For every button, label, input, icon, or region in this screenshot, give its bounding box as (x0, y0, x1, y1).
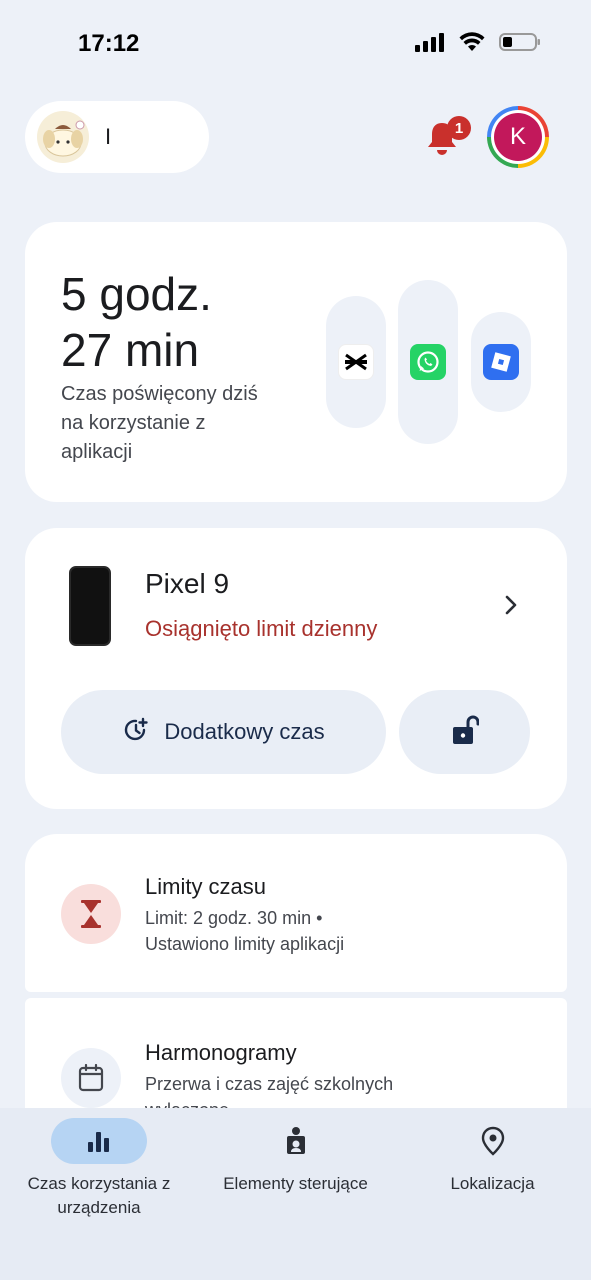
bell-icon (426, 123, 458, 160)
account-avatar-button[interactable]: K (487, 106, 549, 168)
phone-image (69, 566, 111, 646)
battery-icon (499, 32, 541, 57)
location-pin-icon (445, 1118, 541, 1164)
time-limits-title: Limity czasu (145, 874, 267, 899)
usage-hours: 5 godz. (61, 268, 212, 320)
chevron-right-icon[interactable] (503, 594, 519, 621)
nav-label-location: Lokalizacja (450, 1174, 535, 1193)
whatsapp-icon (410, 344, 446, 380)
cellular-signal-icon (415, 32, 445, 57)
schedules-title: Harmonogramy (145, 1040, 297, 1065)
time-limits-subtitle-line2: Ustawiono limity aplikacji (145, 934, 345, 954)
wifi-icon (459, 32, 485, 57)
usage-minutes: 27 min (61, 324, 200, 376)
usage-total: 5 godz. 27 min (61, 266, 212, 378)
extra-time-button[interactable]: Dodatkowy czas (61, 690, 386, 774)
nav-item-screen-time[interactable]: Czas korzystania z urządzenia (10, 1118, 188, 1220)
time-limits-item[interactable]: Limity czasu Limit: 2 godz. 30 min • Ust… (25, 834, 567, 992)
nav-label-screen-time: Czas korzystania z urządzenia (27, 1174, 171, 1217)
parental-controls-icon (248, 1118, 344, 1164)
hourglass-icon (61, 884, 121, 944)
app-usage-bar-roblox (471, 312, 531, 412)
add-time-icon (122, 716, 150, 749)
schedules-subtitle-line1: Przerwa i czas zajęć szkolnych (145, 1074, 394, 1094)
nav-label-controls: Elementy sterujące (223, 1174, 368, 1193)
time-limits-subtitle: Limit: 2 godz. 30 min • Ustawiono limity… (145, 905, 545, 957)
child-name: I (105, 124, 114, 149)
time-limits-subtitle-line1: Limit: 2 godz. 30 min • (145, 908, 323, 928)
account-initial: K (494, 113, 542, 161)
app-usage-bar-whatsapp (398, 280, 458, 444)
status-bar: 17:12 (0, 0, 591, 90)
device-limit-status: Osiągnięto limit dzienny (145, 616, 378, 641)
bottom-navigation: Czas korzystania z urządzenia Elementy s… (0, 1108, 591, 1280)
app-usage-bar-capcut (326, 296, 386, 428)
profile-switcher[interactable]: I (25, 101, 209, 173)
child-avatar (37, 111, 89, 163)
usage-description: Czas poświęcony dziś na korzystanie z ap… (61, 383, 258, 463)
unlock-icon (451, 714, 479, 751)
screen-time-card[interactable]: 5 godz. 27 min Czas poświęcony dziś na k… (25, 222, 567, 502)
capcut-icon (338, 344, 374, 380)
bar-chart-icon (51, 1118, 147, 1164)
nav-item-location[interactable]: Lokalizacja (420, 1118, 565, 1196)
notification-badge: 1 (447, 116, 471, 140)
extra-time-label: Dodatkowy czas (164, 719, 325, 744)
device-card[interactable]: Pixel 9 Osiągnięto limit dzienny Dodatko… (25, 528, 567, 809)
roblox-icon (483, 344, 519, 380)
unlock-device-button[interactable] (399, 690, 530, 774)
device-name: Pixel 9 (145, 568, 230, 599)
calendar-icon (61, 1048, 121, 1108)
nav-item-controls[interactable]: Elementy sterujące (205, 1118, 386, 1196)
status-icons (415, 32, 541, 57)
status-time: 17:12 (78, 30, 140, 57)
